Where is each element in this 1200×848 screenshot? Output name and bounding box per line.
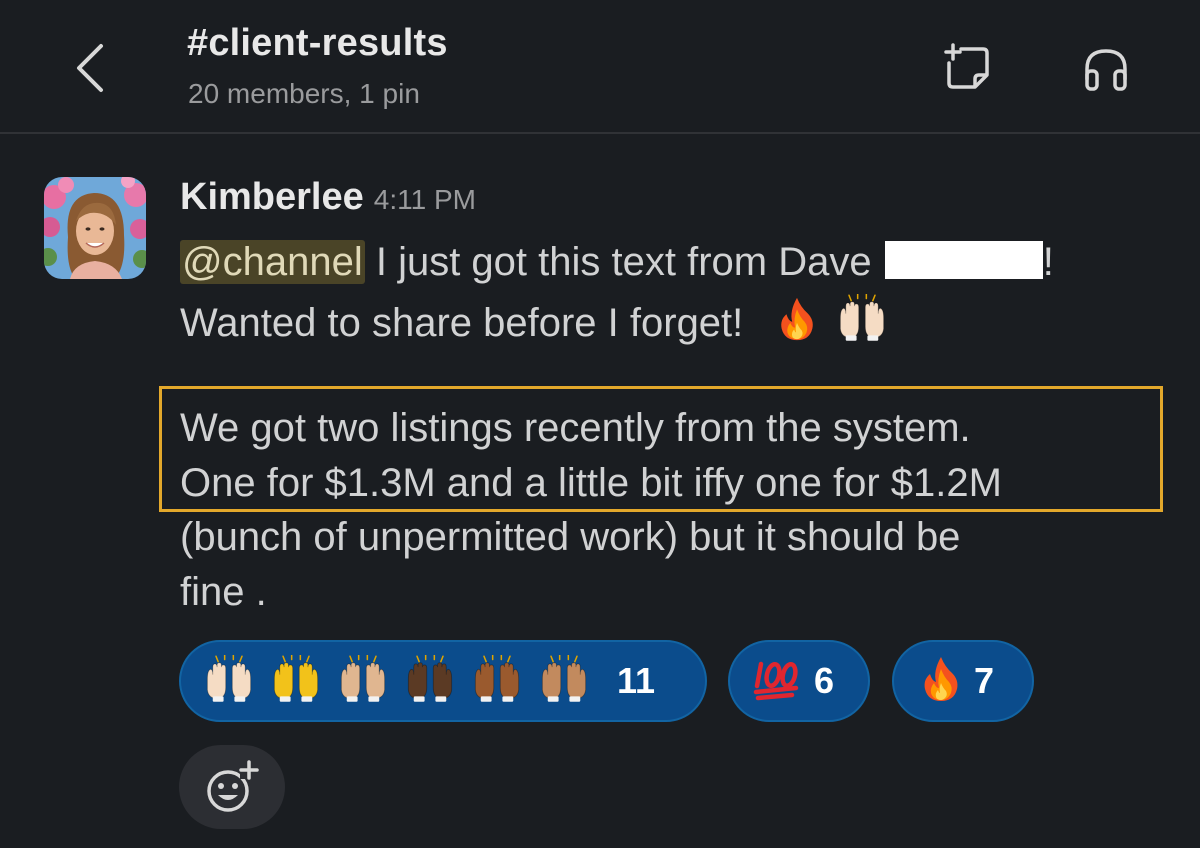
raised-hands-light-icon bbox=[203, 655, 255, 708]
raised-hands-medium-dark-icon bbox=[471, 655, 523, 708]
new-canvas-icon bbox=[944, 43, 989, 89]
raised-hands-medium-light-icon bbox=[337, 655, 389, 708]
channel-subtitle[interactable]: 20 members, 1 pin bbox=[188, 78, 420, 110]
message-timestamp[interactable]: 4:11 PM bbox=[374, 184, 476, 215]
headphones-icon bbox=[1085, 49, 1127, 91]
add-reaction-icon bbox=[207, 760, 259, 812]
channel-mention[interactable]: @channel bbox=[180, 240, 365, 284]
quote-line: We got two listings recently from the sy… bbox=[180, 406, 971, 450]
raised-hands-yellow-icon bbox=[270, 655, 322, 708]
chevron-left-icon bbox=[77, 44, 103, 92]
reaction-count: 6 bbox=[814, 660, 835, 701]
fire-icon bbox=[920, 655, 962, 708]
channel-header: #client-results 20 members, 1 pin bbox=[0, 0, 1200, 134]
fire-emoji-icon bbox=[776, 296, 818, 353]
reaction-count: 11 bbox=[617, 660, 656, 701]
avatar[interactable] bbox=[44, 177, 146, 279]
raised-hands-dark-icon bbox=[404, 655, 456, 708]
reaction-fire[interactable]: 7 bbox=[892, 640, 1034, 722]
raised-hands-medium-icon bbox=[538, 655, 590, 708]
hundred-points-icon bbox=[752, 656, 802, 707]
slack-channel-screen: #client-results 20 members, 1 pin Kimber… bbox=[0, 0, 1200, 848]
reaction-hundred[interactable]: 6 bbox=[728, 640, 870, 722]
author-name[interactable]: Kimberlee bbox=[180, 176, 364, 218]
huddle-button[interactable] bbox=[1076, 38, 1136, 98]
message-text: ! bbox=[1042, 240, 1054, 284]
message-text: Wanted to share before I forget! bbox=[180, 301, 744, 345]
back-button[interactable] bbox=[58, 36, 122, 100]
redaction-box bbox=[884, 241, 1043, 279]
message-line: fine . bbox=[180, 570, 267, 614]
message-line: Wanted to share before I forget! bbox=[180, 294, 888, 353]
message-line: @channel I just got this text from Dave … bbox=[180, 238, 1054, 286]
message-text: I just got this text from Dave bbox=[364, 240, 883, 284]
add-reaction-button[interactable] bbox=[179, 745, 285, 829]
message-line: (bunch of unpermitted work) but it shoul… bbox=[180, 515, 961, 559]
channel-name[interactable]: #client-results bbox=[187, 22, 448, 65]
reaction-count: 7 bbox=[974, 660, 995, 701]
raised-hands-emoji-icon bbox=[836, 294, 888, 353]
reaction-raised-hands[interactable]: 11 bbox=[179, 640, 707, 722]
avatar-photo bbox=[44, 177, 146, 279]
message-header: Kimberlee 4:11 PM bbox=[180, 176, 476, 219]
new-canvas-button[interactable] bbox=[938, 38, 998, 98]
quote-line: One for $1.3M and a little bit iffy one … bbox=[180, 461, 1002, 505]
